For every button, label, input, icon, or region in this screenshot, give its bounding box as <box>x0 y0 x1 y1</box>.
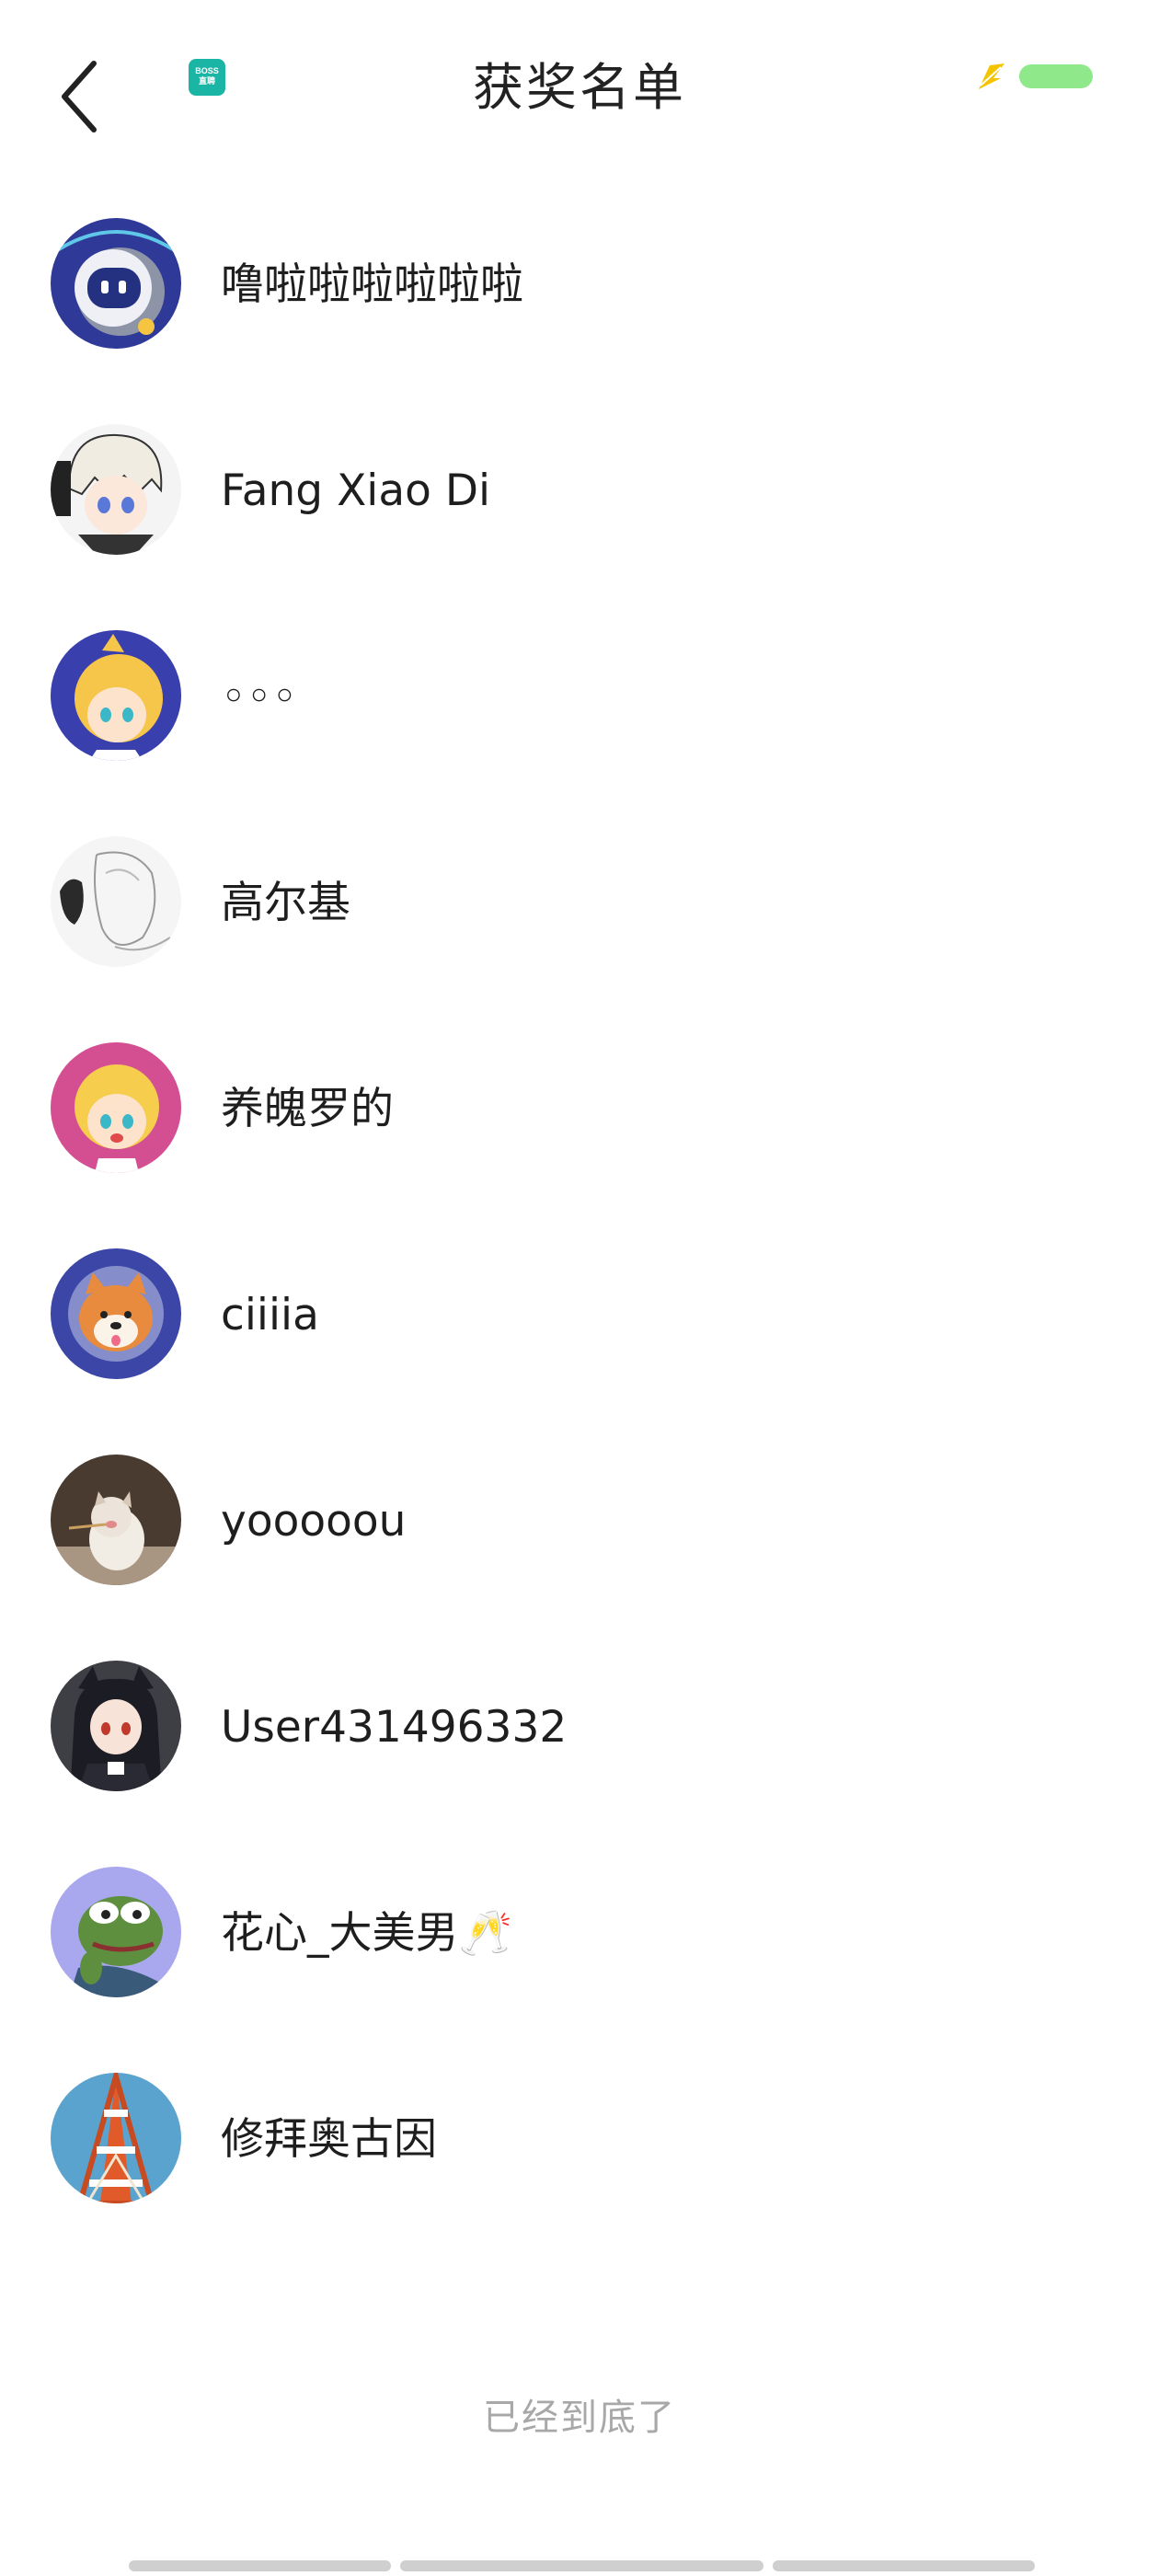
nav-gesture-bar-center <box>400 2560 763 2571</box>
blonde-girl-avatar[interactable] <box>51 630 181 761</box>
winner-row[interactable]: 养魄罗的 <box>0 1008 1159 1214</box>
pepe-frog-avatar[interactable] <box>51 1867 181 1997</box>
winner-list: 噜啦啦啦啦啦啦 Fang Xiao Di ◦◦◦ 高尔基 养魄罗的 ciiiia… <box>0 184 1159 2245</box>
winner-name: ciiiia <box>221 1290 319 1340</box>
tokyo-tower-avatar[interactable] <box>51 2073 181 2203</box>
winner-row[interactable]: ciiiia <box>0 1214 1159 1420</box>
winner-row[interactable]: 花心_大美男🥂 <box>0 1833 1159 2039</box>
winner-name: User431496332 <box>221 1702 568 1753</box>
anime-girl-avatar[interactable] <box>51 1661 181 1791</box>
robot-avatar[interactable] <box>51 218 181 349</box>
end-of-list-text: 已经到底了 <box>483 2397 676 2439</box>
winner-row[interactable]: 噜啦啦啦啦啦啦 <box>0 184 1159 390</box>
winner-name: ◦◦◦ <box>221 672 298 722</box>
winner-name: 修拜奥古因 <box>221 2114 437 2165</box>
nav-gesture-bar-right <box>773 2560 1035 2571</box>
sketch-avatar[interactable] <box>51 836 181 967</box>
winner-row[interactable]: Fang Xiao Di <box>0 390 1159 596</box>
winner-row[interactable]: 修拜奥古因 <box>0 2039 1159 2245</box>
winners-page: BOSS 直聘 获奖名单 噜啦啦啦啦啦啦 Fang Xiao Di ◦◦◦ 高尔… <box>0 0 1159 2576</box>
winner-name: 高尔基 <box>221 878 350 928</box>
blonde-girl-pink-avatar[interactable] <box>51 1042 181 1173</box>
header-bar: BOSS 直聘 获奖名单 <box>0 0 1159 184</box>
winner-row[interactable]: User431496332 <box>0 1627 1159 1833</box>
winner-name: Fang Xiao Di <box>221 466 491 516</box>
battery-indicator <box>1019 64 1093 88</box>
nav-gesture-bar-left <box>129 2560 391 2571</box>
lightning-icon <box>979 63 1004 89</box>
winner-row[interactable]: 高尔基 <box>0 802 1159 1008</box>
anime-boy-avatar[interactable] <box>51 424 181 555</box>
cat-photo-avatar[interactable] <box>51 1455 181 1585</box>
winner-name: 花心_大美男🥂 <box>221 1908 513 1959</box>
winner-row[interactable]: yooooou <box>0 1420 1159 1627</box>
shiba-dog-avatar[interactable] <box>51 1248 181 1379</box>
winner-name: 噜啦啦啦啦啦啦 <box>221 259 523 310</box>
winner-name: yooooou <box>221 1496 407 1547</box>
winner-name: 养魄罗的 <box>221 1084 394 1134</box>
winner-row[interactable]: ◦◦◦ <box>0 596 1159 802</box>
